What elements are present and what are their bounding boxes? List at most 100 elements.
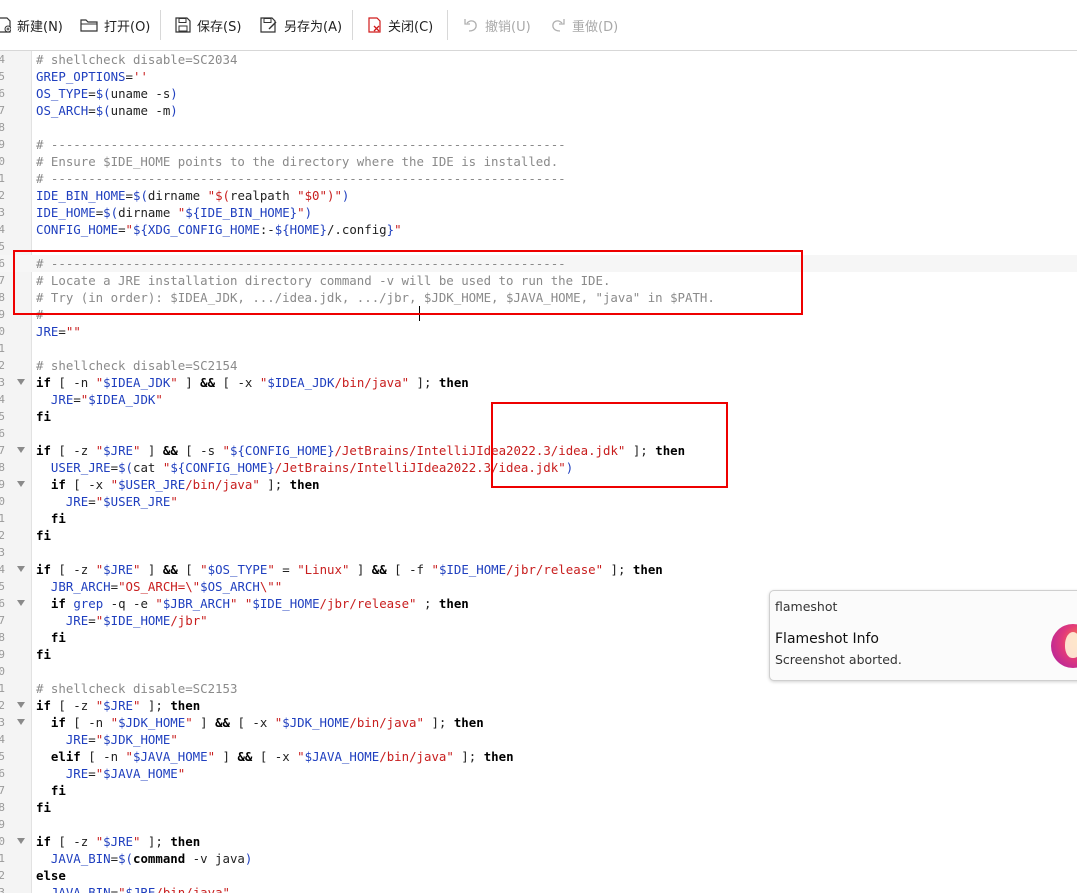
code-line-text: IDE_HOME=$(dirname "${IDE_BIN_HOME}") (36, 204, 312, 221)
code-token: -q -e (103, 596, 156, 611)
code-line[interactable]: 9 (0, 816, 1077, 833)
code-token: $JRE (125, 885, 156, 893)
code-token: && (162, 443, 178, 458)
save-button[interactable]: 保存(S) (175, 12, 241, 38)
code-line[interactable]: 6 JRE="$JAVA_HOME" (0, 765, 1077, 782)
save-as-button[interactable]: 另存为(A) (260, 12, 342, 38)
code-line[interactable]: 5 GREP_OPTIONS='' (0, 68, 1077, 85)
code-token: ] (177, 375, 201, 390)
new-button[interactable]: 新建(N) (0, 12, 63, 38)
fold-arrow-icon[interactable] (17, 566, 25, 572)
code-line[interactable]: 3 JAVA_BIN="$JRE/bin/java" (0, 884, 1077, 893)
fold-arrow-icon[interactable] (17, 838, 25, 844)
code-line[interactable]: 3 (0, 544, 1077, 561)
code-line-text: fi (36, 510, 66, 527)
code-token: [ -z (50, 698, 96, 713)
save-as-button-label: 另存为(A) (284, 19, 343, 35)
code-line[interactable]: 5 elif [ -n "$JAVA_HOME" ] && [ -x "$JAV… (0, 748, 1077, 765)
code-token: \"" (259, 579, 283, 594)
code-line[interactable]: 2 # shellcheck disable=SC2154 (0, 357, 1077, 374)
line-number: 9 (0, 818, 5, 831)
code-line[interactable]: 9 # -------------------------------------… (0, 136, 1077, 153)
code-line[interactable]: 0 JRE="$USER_JRE" (0, 493, 1077, 510)
code-line[interactable]: 0 JRE="" (0, 323, 1077, 340)
code-line[interactable]: 3 IDE_HOME=$(dirname "${IDE_BIN_HOME}") (0, 204, 1077, 221)
code-line[interactable]: 7 fi (0, 782, 1077, 799)
code-line[interactable]: 8 (0, 119, 1077, 136)
code-line[interactable]: 7 OS_ARCH=$(uname -m) (0, 102, 1077, 119)
code-line[interactable]: 0 if [ -z "$JRE" ]; then (0, 833, 1077, 850)
fold-arrow-icon[interactable] (17, 719, 25, 725)
code-line[interactable]: 1 # shellcheck disable=SC2153 (0, 680, 1077, 697)
code-token: fi (36, 800, 51, 815)
code-token: # Ensure $IDE_HOME points to the directo… (36, 154, 559, 169)
code-line[interactable]: 2 fi (0, 527, 1077, 544)
fold-arrow-icon[interactable] (17, 600, 25, 606)
code-line[interactable]: 3 if [ -n "$JDK_HOME" ] && [ -x "$JDK_HO… (0, 714, 1077, 731)
code-token: && (162, 562, 178, 577)
code-token: $IDEA_JDK (267, 375, 335, 390)
code-token: = (110, 885, 119, 893)
code-line-text: if [ -z "$JRE" ]; then (36, 833, 200, 850)
code-line-text: elif [ -n "$JAVA_HOME" ] && [ -x "$JAVA_… (36, 748, 514, 765)
code-line[interactable]: 1 fi (0, 510, 1077, 527)
code-token: then (289, 477, 320, 492)
code-token: [ -x (252, 749, 298, 764)
save-icon (175, 17, 191, 33)
code-line[interactable]: 3 if [ -n "$IDEA_JDK" ] && [ -x "$IDEA_JD… (0, 374, 1077, 391)
line-number: 9 (0, 308, 5, 321)
save-button-label: 保存(S) (197, 19, 242, 35)
line-number: 2 (0, 359, 5, 372)
fold-arrow-icon[interactable] (17, 702, 25, 708)
code-token: $JAVA_HOME (304, 749, 380, 764)
code-line-text: JRE="$IDEA_JDK" (36, 391, 163, 408)
code-line[interactable]: 6 OS_TYPE=$(uname -s) (0, 85, 1077, 102)
close-button[interactable]: 关闭(C) (368, 12, 433, 38)
notification-popup[interactable]: flameshot Flameshot Info Screenshot abor… (769, 590, 1077, 681)
code-token: $JAVA_HOME (133, 749, 208, 764)
code-token: ) (341, 188, 350, 203)
code-token: $IDE_HOME (103, 613, 171, 628)
line-number: 7 (0, 274, 5, 287)
code-line[interactable]: 1 JAVA_BIN=$(command -v java) (0, 850, 1077, 867)
code-token: if (36, 834, 51, 849)
notification-title: Flameshot Info (775, 631, 879, 647)
code-line[interactable]: 4 CONFIG_HOME="${XDG_CONFIG_HOME:-${HOME}… (0, 221, 1077, 238)
code-token: " (177, 766, 186, 781)
code-token: JRE (50, 392, 74, 407)
code-token: " (125, 222, 133, 237)
line-number: 0 (0, 835, 5, 848)
code-token: uname -s (110, 86, 171, 101)
code-token: fi (36, 647, 51, 662)
code-token: fi (36, 409, 51, 424)
fold-arrow-icon[interactable] (17, 481, 25, 487)
fold-arrow-icon[interactable] (17, 379, 25, 385)
code-line[interactable]: 2 IDE_BIN_HOME=$(dirname "$(realpath "$0"… (0, 187, 1077, 204)
line-number: 6 (0, 597, 5, 610)
code-line[interactable]: 4 JRE="$JDK_HOME" (0, 731, 1077, 748)
code-line[interactable]: 1 # -------------------------------------… (0, 170, 1077, 187)
save-as-icon (260, 17, 277, 33)
code-line[interactable]: 2 if [ -z "$JRE" ]; then (0, 697, 1077, 714)
code-line[interactable]: 1 (0, 340, 1077, 357)
redo-button[interactable]: 重做(D) (550, 12, 618, 38)
code-line-text: if [ -z "$JRE" ] && [ "$OS_TYPE" = "Linu… (36, 561, 663, 578)
undo-button[interactable]: 撤销(U) (463, 12, 531, 38)
code-line[interactable]: 4 # shellcheck disable=SC2034 (0, 51, 1077, 68)
fold-arrow-icon[interactable] (17, 447, 25, 453)
code-token: '' (133, 69, 148, 84)
code-token: $OS_ARCH (200, 579, 260, 594)
code-token: -v java (185, 851, 245, 866)
line-number: 7 (0, 614, 5, 627)
open-button[interactable]: 打开(O) (80, 12, 150, 38)
annotation-box-idea-jdk-path (491, 402, 728, 488)
code-line[interactable]: 0 # Ensure $IDE_HOME points to the direct… (0, 153, 1077, 170)
code-line-text: # --------------------------------------… (36, 136, 566, 153)
code-line[interactable]: 8 fi (0, 799, 1077, 816)
code-line[interactable]: 4 if [ -z "$JRE" ] && [ "$OS_TYPE" = "Lin… (0, 561, 1077, 578)
code-line[interactable]: 2 else (0, 867, 1077, 884)
code-token: then (453, 715, 484, 730)
line-number: 7 (0, 784, 5, 797)
